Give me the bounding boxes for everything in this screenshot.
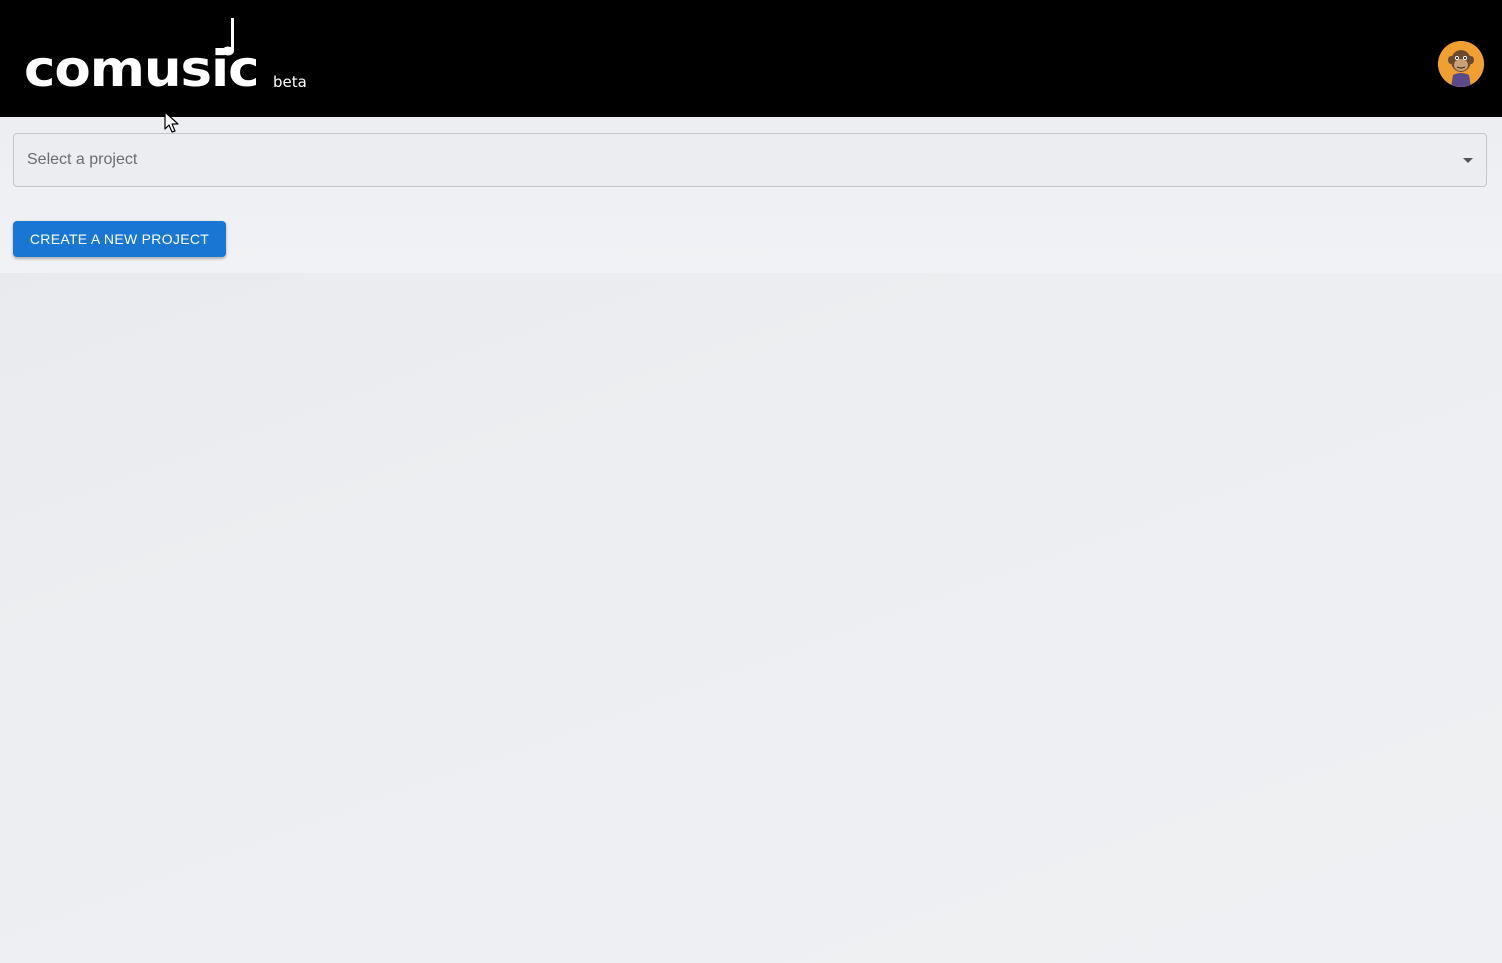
app-header: comusic beta (0, 0, 1502, 117)
project-select[interactable]: Select a project (13, 133, 1487, 187)
ape-avatar-icon (1438, 41, 1484, 87)
logo[interactable]: comusic beta (24, 18, 324, 98)
create-project-button[interactable]: CREATE A NEW PROJECT (13, 221, 226, 257)
user-avatar[interactable] (1438, 41, 1484, 87)
caret-down-icon (1463, 158, 1473, 163)
project-select-placeholder: Select a project (27, 151, 138, 168)
music-note-icon (222, 18, 234, 56)
mouse-cursor-icon (164, 111, 179, 133)
beta-badge: beta (273, 73, 307, 91)
